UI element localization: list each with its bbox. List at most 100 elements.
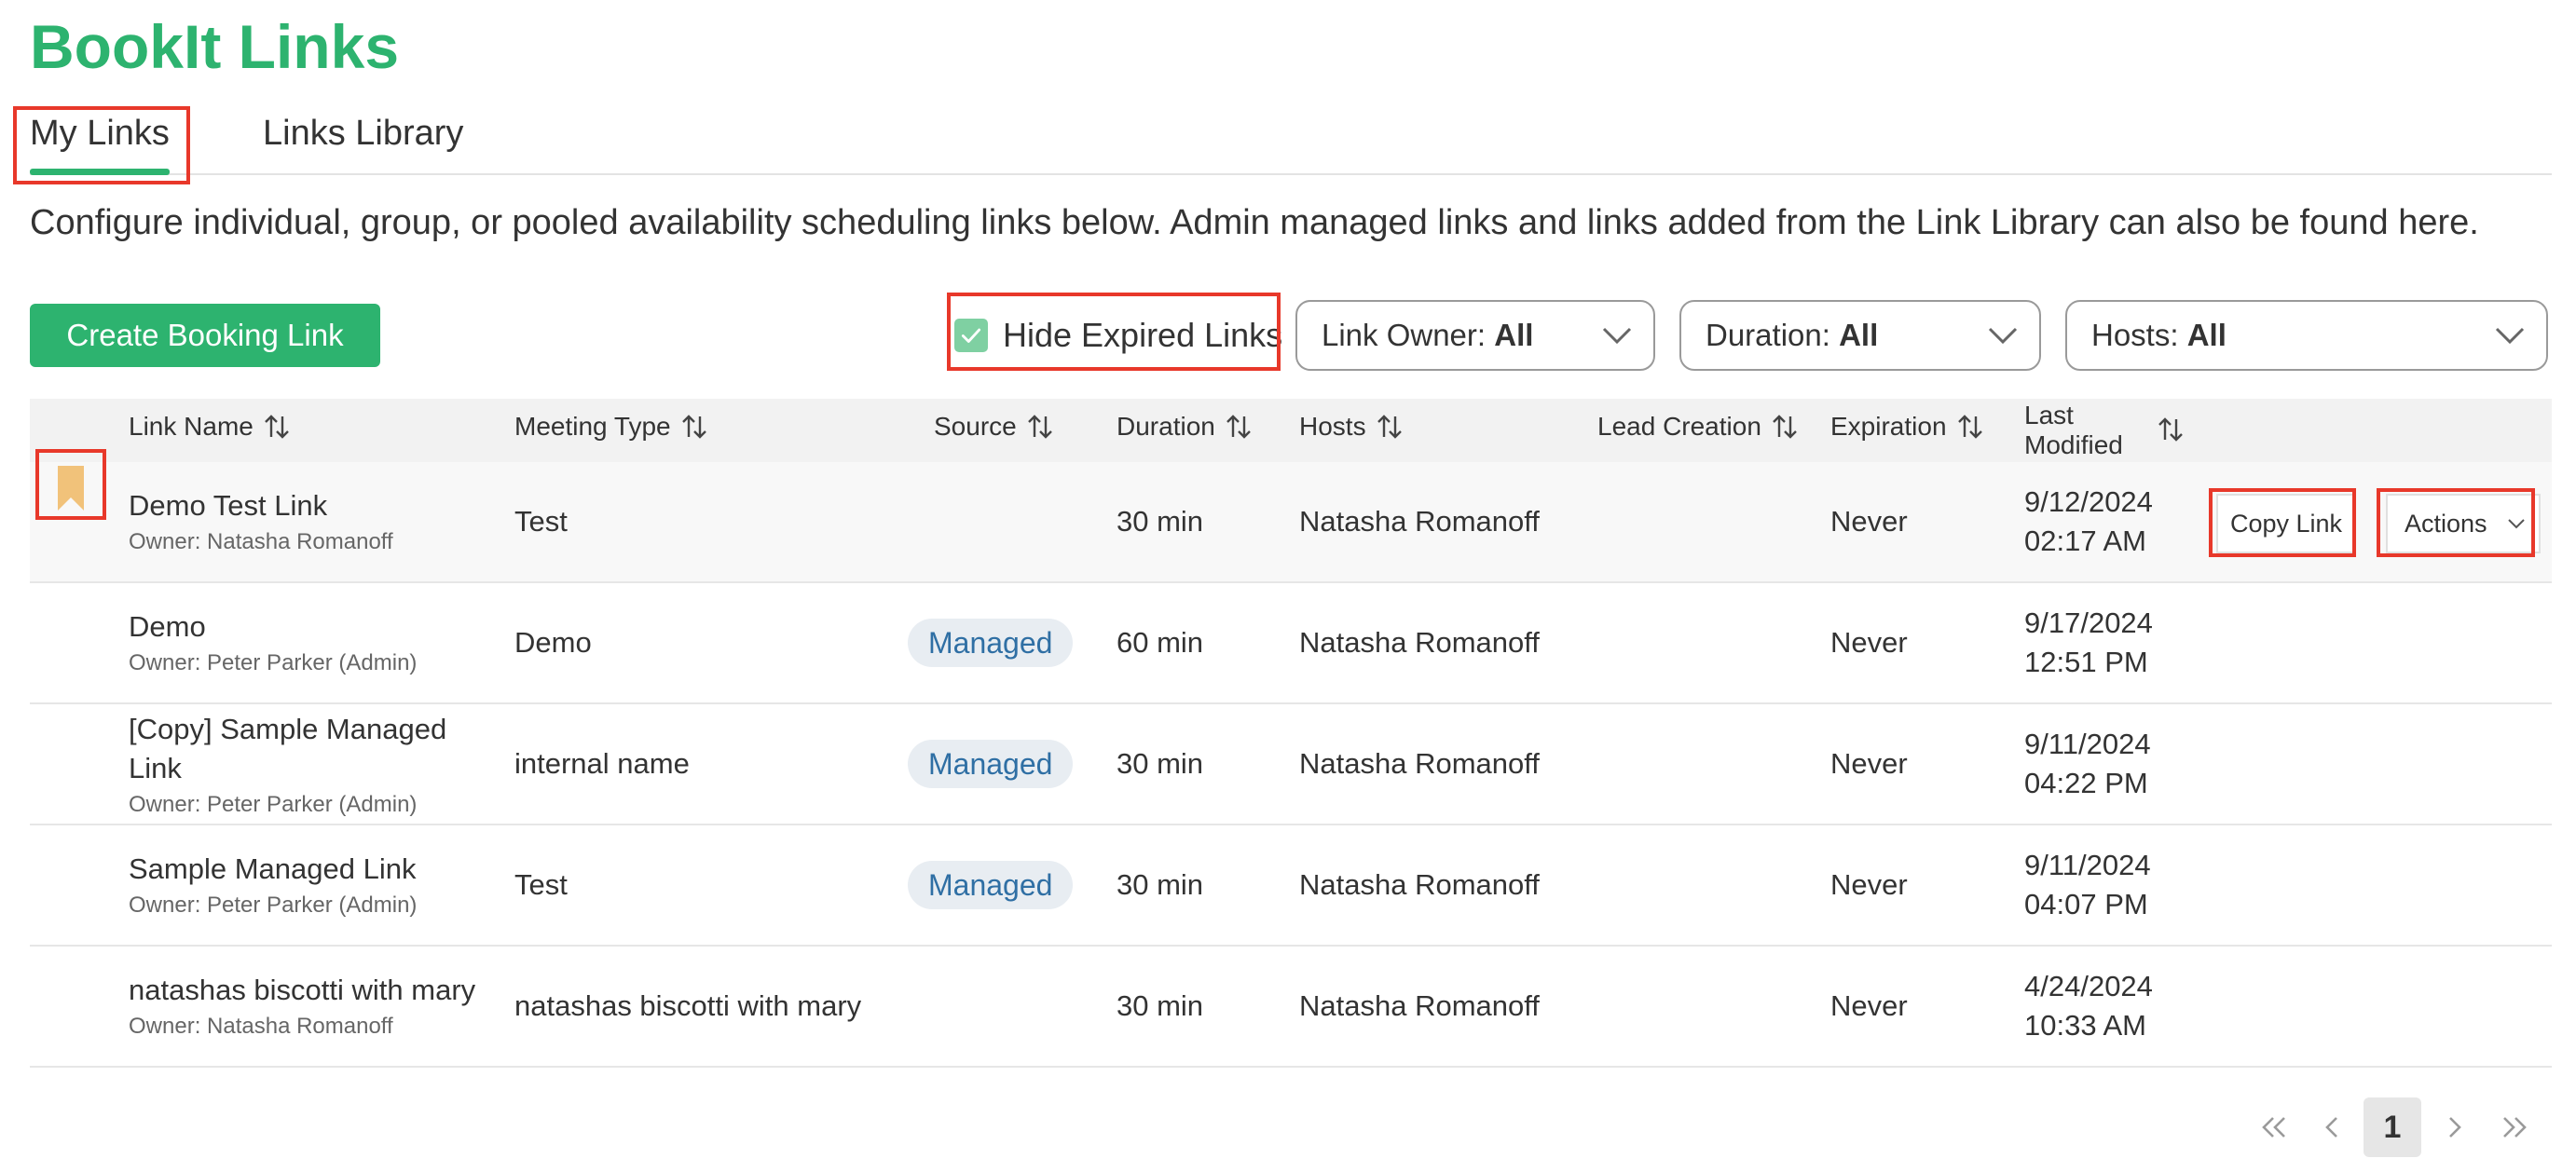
meeting-type-cell: natashas biscotti with mary (514, 989, 862, 1022)
sort-icon (1027, 415, 1052, 439)
chevron-down-icon (1602, 327, 1632, 345)
link-name-cell[interactable]: Demo Owner: Peter Parker (Admin) (129, 607, 417, 676)
column-header-link-name[interactable]: Link Name (129, 412, 291, 442)
duration-filter-label: Duration: (1706, 318, 1830, 352)
actions-dropdown[interactable]: Actions (2386, 494, 2541, 553)
double-chevron-left-icon (2262, 1117, 2285, 1138)
sort-icon (1377, 415, 1402, 439)
column-header-lead-creation[interactable]: Lead Creation (1597, 412, 1799, 442)
modified-time: 02:17 AM (2024, 525, 2146, 557)
last-page-button[interactable] (2488, 1097, 2541, 1157)
link-name[interactable]: Sample Managed Link (129, 850, 417, 889)
link-name-cell[interactable]: Demo Test Link Owner: Natasha Romanoff (129, 486, 393, 555)
duration-cell: 30 min (1117, 868, 1204, 901)
link-name-cell[interactable]: natashas biscotti with mary Owner: Natas… (129, 971, 475, 1040)
app-title: BookIt Links (30, 12, 400, 81)
link-name[interactable]: [Copy] Sample Managed (129, 710, 446, 749)
tab-links-library-label: Links Library (263, 114, 464, 153)
tab-my-links-label: My Links (30, 114, 170, 153)
expiration-cell: Never (1830, 626, 1908, 659)
column-header-duration[interactable]: Duration (1117, 412, 1253, 442)
column-header-label: Source (934, 412, 1017, 441)
hosts-cell: Natasha Romanoff (1299, 989, 1540, 1022)
expiration-cell: Never (1830, 747, 1908, 780)
hosts-cell: Natasha Romanoff (1299, 868, 1540, 901)
link-name-cell[interactable]: Sample Managed Link Owner: Peter Parker … (129, 850, 417, 919)
last-modified-cell: 9/17/2024 12:51 PM (2024, 604, 2153, 682)
column-header-hosts[interactable]: Hosts (1299, 412, 1404, 442)
link-owner: Owner: Peter Parker (Admin) (129, 893, 418, 918)
hosts-filter-label: Hosts: (2091, 318, 2179, 352)
column-header-last-modified[interactable]: Last Modified (2024, 401, 2123, 460)
link-name-cell[interactable]: [Copy] Sample Managed Link Owner: Peter … (129, 710, 446, 818)
modified-time: 12:51 PM (2024, 646, 2148, 678)
sort-icon (264, 415, 289, 439)
column-header-label: Modified (2024, 430, 2123, 459)
column-header-label: Expiration (1830, 412, 1947, 441)
active-tab-indicator (30, 169, 170, 175)
duration-filter[interactable]: Duration: All (1679, 300, 2041, 371)
create-booking-link-button[interactable]: Create Booking Link (30, 304, 380, 367)
column-header-label: Last (2024, 401, 2074, 429)
chevron-right-icon (2449, 1117, 2461, 1138)
page-description: Configure individual, group, or pooled a… (30, 203, 2479, 242)
expiration-cell: Never (1830, 868, 1908, 901)
copy-link-button[interactable]: Copy Link (2216, 494, 2356, 553)
table-row[interactable]: Demo Owner: Peter Parker (Admin) Demo Ma… (30, 583, 2552, 704)
last-modified-cell: 9/11/2024 04:22 PM (2024, 725, 2151, 803)
link-name[interactable]: Demo (129, 607, 417, 647)
link-owner-filter-label: Link Owner: (1322, 318, 1487, 352)
column-header-source[interactable]: Source (934, 412, 1054, 442)
duration-cell: 30 min (1117, 747, 1204, 780)
modified-date: 4/24/2024 (2024, 970, 2153, 1002)
sort-icon (1773, 415, 1797, 439)
link-owner-filter[interactable]: Link Owner: All (1295, 300, 1655, 371)
hide-expired-toggle[interactable]: Hide Expired Links (954, 304, 1282, 367)
last-modified-cell: 9/12/2024 02:17 AM (2024, 483, 2153, 561)
next-page-button[interactable] (2431, 1097, 2477, 1157)
meeting-type-cell: internal name (514, 747, 690, 780)
sort-icon[interactable] (2157, 416, 2185, 443)
tab-links-library[interactable]: Links Library (263, 110, 463, 175)
last-modified-cell: 4/24/2024 10:33 AM (2024, 967, 2153, 1045)
managed-badge: Managed (908, 619, 1074, 667)
sort-icon (1226, 415, 1251, 439)
previous-page-button[interactable] (2309, 1097, 2356, 1157)
sort-icon (1957, 415, 1982, 439)
link-name[interactable]: Demo Test Link (129, 486, 393, 525)
meeting-type-cell: Test (514, 505, 568, 538)
tab-bar: My Links Links Library (30, 110, 2552, 175)
modified-date: 9/17/2024 (2024, 606, 2153, 639)
column-header-meeting-type[interactable]: Meeting Type (514, 412, 708, 442)
checkmark-icon (961, 328, 981, 343)
table-row[interactable]: Sample Managed Link Owner: Peter Parker … (30, 825, 2552, 947)
hosts-filter[interactable]: Hosts: All (2065, 300, 2548, 371)
link-owner: Owner: Peter Parker (Admin) (129, 650, 418, 675)
link-owner: Owner: Natasha Romanoff (129, 529, 393, 554)
hide-expired-checkbox[interactable] (954, 319, 988, 352)
table-row[interactable]: [Copy] Sample Managed Link Owner: Peter … (30, 704, 2552, 825)
chevron-down-icon (1988, 327, 2018, 345)
bookmark-icon[interactable] (56, 462, 86, 514)
modified-date: 9/11/2024 (2024, 728, 2151, 760)
modified-time: 10:33 AM (2024, 1009, 2146, 1042)
column-header-expiration[interactable]: Expiration (1830, 412, 1984, 442)
chevron-down-icon (2495, 327, 2525, 345)
hide-expired-label: Hide Expired Links (1003, 316, 1283, 354)
link-name[interactable]: natashas biscotti with mary (129, 971, 475, 1010)
column-header-label: Hosts (1299, 412, 1366, 441)
page-number-current[interactable]: 1 (2364, 1097, 2421, 1157)
tab-my-links[interactable]: My Links (30, 110, 170, 175)
first-page-button[interactable] (2248, 1097, 2300, 1157)
link-owner-filter-value: All (1494, 318, 1534, 352)
modified-date: 9/11/2024 (2024, 849, 2151, 881)
link-name-continued[interactable]: Link (129, 749, 446, 788)
table-header: Link Name Meeting Type Source Duration H… (30, 399, 2552, 462)
actions-label: Actions (2405, 510, 2487, 538)
table-row[interactable]: natashas biscotti with mary Owner: Natas… (30, 947, 2552, 1068)
duration-cell: 30 min (1117, 505, 1204, 538)
duration-cell: 30 min (1117, 989, 1204, 1022)
hosts-filter-value: All (2186, 318, 2227, 352)
chevron-down-icon (2508, 519, 2525, 529)
table-row[interactable]: Demo Test Link Owner: Natasha Romanoff T… (30, 462, 2552, 583)
